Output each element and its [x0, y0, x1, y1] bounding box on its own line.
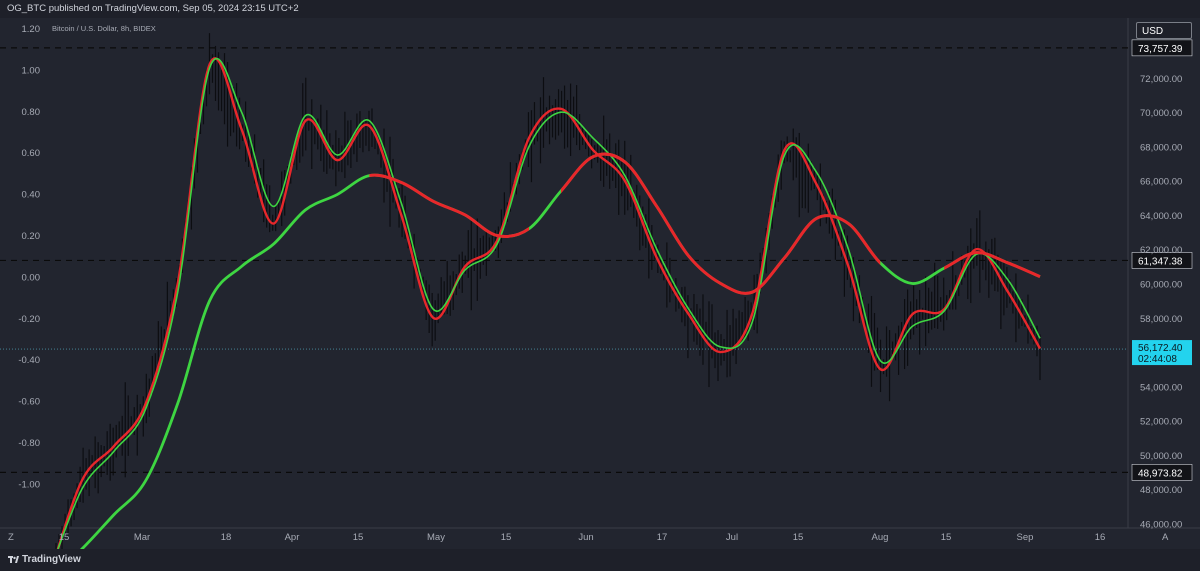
oscillator-tick: -0.40	[18, 355, 40, 366]
tradingview-brand: TradingView	[22, 554, 81, 565]
price-tick: 72,000.00	[1140, 74, 1182, 85]
price-tick: 54,000.00	[1140, 382, 1182, 393]
price-axis[interactable]: 72,000.00 70,000.00 68,000.00 66,000.00 64,0…	[1140, 74, 1182, 530]
countdown-label: 02:44:08	[1138, 354, 1177, 365]
time-tick: 15	[501, 532, 512, 543]
publisher-text: OG_BTC published on TradingView.com, Sep…	[7, 3, 299, 14]
price-tick: 48,000.00	[1140, 485, 1182, 496]
time-tick: 15	[793, 532, 804, 543]
price-tick: 64,000.00	[1140, 211, 1182, 222]
horizontal-levels[interactable]: 73,757.39 61,347.38 48,973.82 56,172.4002:4…	[0, 39, 1193, 481]
oscillator-tick: -0.20	[18, 314, 40, 325]
oscillator-tick: 1.00	[22, 65, 41, 76]
oscillator-tick: 0.60	[22, 148, 41, 159]
moving-averages	[56, 57, 1042, 549]
time-tick: Aug	[872, 532, 889, 543]
time-tick: May	[427, 532, 445, 543]
price-tick: 70,000.00	[1140, 108, 1182, 119]
green-slow-line	[79, 152, 1041, 549]
oscillator-tick: -0.60	[18, 397, 40, 408]
footer-bar: TradingView	[0, 549, 1200, 571]
price-tick: 58,000.00	[1140, 314, 1182, 325]
auto-scale-button[interactable]: A	[1162, 532, 1169, 543]
price-tick: 62,000.00	[1140, 245, 1182, 256]
symbol-title: Bitcoin / U.S. Dollar, 8h, BIDEX	[52, 24, 156, 33]
oscillator-tick: 0.40	[22, 190, 41, 201]
time-tick: 16	[1095, 532, 1106, 543]
oscillator-tick: -0.80	[18, 438, 40, 449]
level-label: 73,757.39	[1138, 44, 1183, 55]
level-label: 48,973.82	[1138, 468, 1183, 479]
time-tick: 15	[353, 532, 364, 543]
oscillator-tick: 0.80	[22, 107, 41, 118]
oscillator-tick: 1.20	[22, 24, 41, 35]
time-tick: 15	[941, 532, 952, 543]
price-tick: 52,000.00	[1140, 417, 1182, 428]
level-label: 61,347.38	[1138, 256, 1183, 267]
price-chart[interactable]: 73,757.39 61,347.38 48,973.82 56,172.4002:4…	[0, 18, 1200, 549]
price-tick: 66,000.00	[1140, 177, 1182, 188]
tradingview-logo-icon	[8, 556, 19, 563]
green-fast-line	[57, 57, 1041, 549]
publisher-header: OG_BTC published on TradingView.com, Sep…	[0, 0, 1200, 18]
current-price-label: 56,172.40	[1138, 343, 1183, 354]
time-tick: 18	[221, 532, 232, 543]
time-axis[interactable]: 15 Mar 18 Apr 15 May 15 Jun 17 Jul 15 Aug 15 Sep 16 A	[59, 532, 1169, 543]
time-tick: Jun	[578, 532, 593, 543]
price-tick: 60,000.00	[1140, 280, 1182, 291]
candlesticks	[55, 33, 1041, 549]
oscillator-tick: 0.00	[22, 272, 41, 283]
time-tick: Mar	[134, 532, 150, 543]
price-tick: 46,000.00	[1140, 519, 1182, 530]
time-tick: 15	[59, 532, 70, 543]
price-tick: 50,000.00	[1140, 451, 1182, 462]
currency-button[interactable]: USD	[1136, 22, 1192, 39]
oscillator-tick: -1.00	[18, 479, 40, 490]
time-tick: 17	[657, 532, 668, 543]
price-tick: 68,000.00	[1140, 142, 1182, 153]
time-tick: Apr	[285, 532, 300, 543]
oscillator-tick: 0.20	[22, 231, 41, 242]
left-axis: 1.20 1.00 0.80 0.60 0.40 0.20 0.00 -0.20 -0.40 -0…	[8, 24, 40, 543]
pane-label: Z	[8, 532, 14, 543]
time-tick: Sep	[1017, 532, 1034, 543]
time-tick: Jul	[726, 532, 738, 543]
